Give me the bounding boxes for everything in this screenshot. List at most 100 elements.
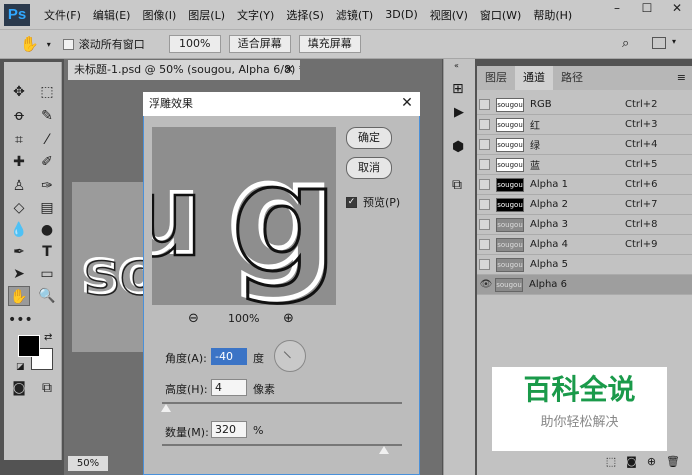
marquee-tool-icon[interactable]: ⬚ [36, 82, 58, 102]
visibility-toggle[interactable] [479, 119, 490, 130]
menu-select[interactable]: 选择(S) [280, 7, 330, 23]
healing-brush-tool-icon[interactable]: ✚ [8, 152, 30, 172]
crop-tool-icon[interactable]: ⌗ [8, 130, 30, 150]
channel-row-alpha-4[interactable]: sougou Alpha 4 Ctrl+9 [477, 235, 692, 255]
channel-row-red[interactable]: sougou 红 Ctrl+3 [477, 115, 692, 135]
path-select-tool-icon[interactable]: ➤ [8, 264, 30, 284]
visibility-toggle[interactable] [479, 199, 490, 210]
delete-channel-icon[interactable]: 🗑 [666, 455, 680, 468]
visibility-toggle[interactable] [479, 159, 490, 170]
zoom-100-button[interactable]: 100% [168, 35, 221, 53]
foreground-color-swatch[interactable] [18, 335, 40, 357]
menu-type[interactable]: 文字(Y) [231, 7, 280, 23]
fit-screen-button[interactable]: 适合屏幕 [228, 35, 291, 53]
collapse-arrows-icon[interactable]: « [454, 61, 459, 70]
channel-row-green[interactable]: sougou 绿 Ctrl+4 [477, 135, 692, 155]
cancel-button[interactable]: 取消 [346, 157, 392, 179]
amount-slider-track[interactable] [162, 444, 402, 446]
zoom-out-icon[interactable]: ⊖ [188, 311, 199, 326]
height-slider-thumb[interactable] [161, 404, 171, 412]
tab-paths[interactable]: 路径 [553, 66, 591, 90]
menu-view[interactable]: 视图(V) [424, 7, 474, 23]
visibility-toggle[interactable] [479, 139, 490, 150]
workspace-dropdown-icon[interactable]: ▾ [672, 37, 676, 46]
amount-input[interactable]: 320 [211, 421, 247, 438]
visibility-toggle[interactable] [479, 219, 490, 230]
default-colors-icon[interactable]: ◪ [16, 362, 25, 372]
channel-row-alpha-2[interactable]: sougou Alpha 2 Ctrl+7 [477, 195, 692, 215]
minimize-button[interactable]: – [602, 0, 632, 18]
zoom-status-field[interactable]: 50% [68, 456, 108, 471]
close-icon[interactable]: ✕ [394, 92, 420, 116]
dodge-tool-icon[interactable]: ● [36, 220, 58, 240]
channel-row-alpha-6[interactable]: 👁 sougou Alpha 6 [477, 275, 692, 295]
swap-colors-icon[interactable]: ⇄ [44, 332, 52, 343]
menu-image[interactable]: 图像(I) [136, 7, 182, 23]
history-brush-tool-icon[interactable]: ✑ [36, 176, 58, 196]
emboss-preview[interactable]: g g u u [152, 127, 336, 305]
angle-input[interactable]: -40 [211, 348, 247, 365]
new-channel-icon[interactable]: ⊕ [647, 455, 656, 468]
menu-3d[interactable]: 3D(D) [379, 8, 424, 21]
preview-toggle[interactable]: ✓ 预览(P) [346, 194, 400, 210]
menu-help[interactable]: 帮助(H) [527, 7, 578, 23]
channel-row-rgb[interactable]: sougou RGB Ctrl+2 [477, 95, 692, 115]
height-slider-track[interactable] [162, 402, 402, 404]
blur-tool-icon[interactable]: 💧 [8, 220, 30, 240]
scroll-all-checkbox[interactable] [62, 38, 74, 50]
amount-slider-thumb[interactable] [379, 446, 389, 454]
preview-checkbox[interactable]: ✓ [346, 196, 357, 208]
actions-panel-icon[interactable]: ▶ [454, 105, 464, 120]
menu-layer[interactable]: 图层(L) [182, 7, 231, 23]
menu-filter[interactable]: 滤镜(T) [330, 7, 379, 23]
close-tab-icon[interactable]: ✕ [285, 60, 294, 80]
channel-row-blue[interactable]: sougou 蓝 Ctrl+5 [477, 155, 692, 175]
tab-channels[interactable]: 通道 [515, 66, 553, 90]
menu-window[interactable]: 窗口(W) [474, 7, 527, 23]
quick-mask-icon[interactable]: ◙ [8, 378, 30, 398]
angle-dial[interactable] [274, 340, 306, 372]
eyedropper-tool-icon[interactable]: ⁄ [36, 130, 58, 150]
visibility-toggle[interactable] [479, 259, 490, 270]
height-input[interactable]: 4 [211, 379, 247, 396]
pen-tool-icon[interactable]: ✒ [8, 242, 30, 262]
fill-screen-button[interactable]: 填充屏幕 [298, 35, 361, 53]
close-window-button[interactable]: ✕ [662, 0, 692, 18]
hand-tool-icon[interactable]: ✋ [8, 286, 30, 306]
zoom-tool-icon[interactable]: 🔍 [36, 286, 58, 306]
maximize-button[interactable]: ☐ [632, 0, 662, 18]
type-tool-icon[interactable]: T [36, 242, 58, 262]
lasso-tool-icon[interactable]: ꝋ [8, 106, 30, 126]
more-tools-icon[interactable]: ••• [8, 310, 33, 330]
panel-menu-icon[interactable]: ≡ [677, 66, 686, 90]
visibility-toggle[interactable] [479, 99, 490, 110]
workspace-icon[interactable] [652, 37, 666, 49]
search-icon[interactable]: ⌕ [622, 36, 629, 51]
zoom-in-icon[interactable]: ⊕ [283, 311, 294, 326]
channel-row-alpha-5[interactable]: sougou Alpha 5 [477, 255, 692, 275]
visibility-toggle[interactable] [479, 179, 490, 190]
move-tool-icon[interactable]: ✥ [8, 82, 30, 102]
quick-select-tool-icon[interactable]: ✎ [36, 106, 58, 126]
ok-button[interactable]: 确定 [346, 127, 392, 149]
menu-edit[interactable]: 编辑(E) [87, 7, 137, 23]
eraser-tool-icon[interactable]: ◇ [8, 198, 30, 218]
gradient-tool-icon[interactable]: ▤ [36, 198, 58, 218]
load-selection-icon[interactable]: ⬚ [606, 455, 616, 468]
channel-row-alpha-3[interactable]: sougou Alpha 3 Ctrl+8 [477, 215, 692, 235]
channel-row-alpha-1[interactable]: sougou Alpha 1 Ctrl+6 [477, 175, 692, 195]
screen-mode-icon[interactable]: ⧉ [36, 378, 58, 398]
clone-stamp-tool-icon[interactable]: ♙ [8, 176, 30, 196]
rectangle-tool-icon[interactable]: ▭ [36, 264, 58, 284]
tab-layers[interactable]: 图层 [477, 66, 515, 90]
save-selection-icon[interactable]: ◙ [626, 455, 637, 468]
document-tab[interactable]: 未标题-1.psd @ 50% (sougou, Alpha 6/8) * ✕ [68, 60, 300, 80]
history-panel-icon[interactable]: ⊞ [452, 81, 464, 97]
properties-panel-icon[interactable]: ⧉ [452, 177, 462, 193]
visibility-toggle[interactable] [479, 239, 490, 250]
eye-icon[interactable]: 👁 [477, 275, 495, 295]
3d-panel-icon[interactable]: ⬢ [452, 139, 464, 155]
brush-tool-icon[interactable]: ✐ [36, 152, 58, 172]
tool-preset-dropdown-icon[interactable]: ▾ [47, 40, 51, 49]
menu-file[interactable]: 文件(F) [38, 7, 87, 23]
